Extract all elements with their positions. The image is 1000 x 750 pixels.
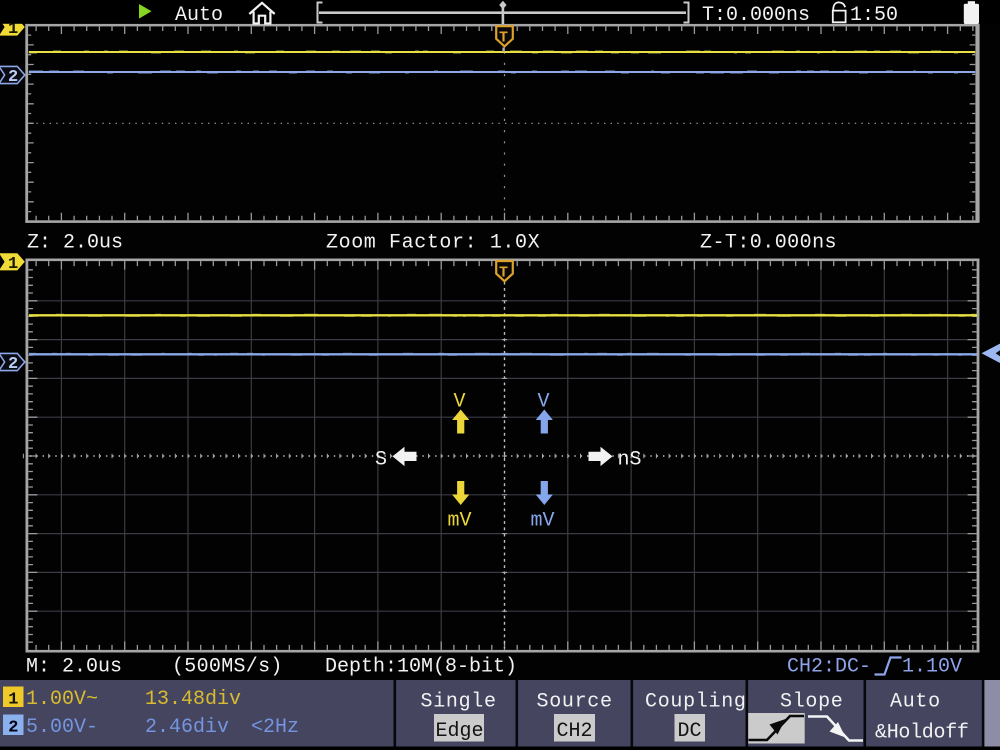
svg-text:Zoom Factor: 1.0X: Zoom Factor: 1.0X (326, 232, 540, 255)
svg-text:CH2: CH2 (557, 720, 593, 743)
svg-text:13.48div: 13.48div (145, 688, 241, 711)
svg-text:1: 1 (8, 691, 18, 710)
svg-text:2: 2 (8, 355, 18, 374)
svg-text:2: 2 (8, 719, 18, 738)
svg-text:S: S (375, 449, 387, 472)
svg-text:V: V (454, 391, 466, 414)
svg-text:Auto: Auto (890, 691, 941, 714)
svg-text:1.10V: 1.10V (902, 656, 962, 679)
svg-text:Coupling: Coupling (645, 691, 747, 714)
svg-text:Z-T:0.000ns: Z-T:0.000ns (700, 232, 837, 255)
svg-text:2.46div: 2.46div (145, 716, 229, 739)
svg-text:2: 2 (8, 68, 18, 87)
svg-text:V: V (538, 391, 550, 414)
svg-text:&Holdoff: &Holdoff (875, 722, 969, 745)
svg-text:<2Hz: <2Hz (251, 716, 299, 739)
svg-text:T: T (499, 30, 508, 47)
svg-text:1.00V~: 1.00V~ (26, 688, 98, 711)
svg-text:M: 2.0us: M: 2.0us (26, 656, 122, 679)
svg-text:T:0.000ns: T:0.000ns (702, 4, 810, 27)
svg-text:Slope: Slope (780, 691, 844, 714)
svg-text:Auto: Auto (175, 4, 223, 27)
svg-text:Depth:10M(8-bit): Depth:10M(8-bit) (325, 656, 517, 679)
svg-text:mV: mV (448, 510, 472, 533)
svg-text:T: T (499, 265, 508, 282)
svg-text:nS: nS (618, 449, 642, 472)
svg-text:Single: Single (421, 691, 497, 714)
svg-text:5.00V-: 5.00V- (26, 716, 98, 739)
svg-text:Source: Source (537, 691, 613, 714)
svg-text:1:50: 1:50 (850, 4, 898, 27)
svg-text:mV: mV (531, 510, 555, 533)
svg-text:Z: 2.0us: Z: 2.0us (27, 232, 123, 255)
svg-text:CH2:DC-: CH2:DC- (787, 656, 871, 679)
svg-text:(500MS/s): (500MS/s) (172, 656, 283, 679)
svg-text:1: 1 (8, 255, 18, 274)
svg-text:Edge: Edge (436, 720, 484, 743)
svg-text:DC: DC (678, 720, 702, 743)
